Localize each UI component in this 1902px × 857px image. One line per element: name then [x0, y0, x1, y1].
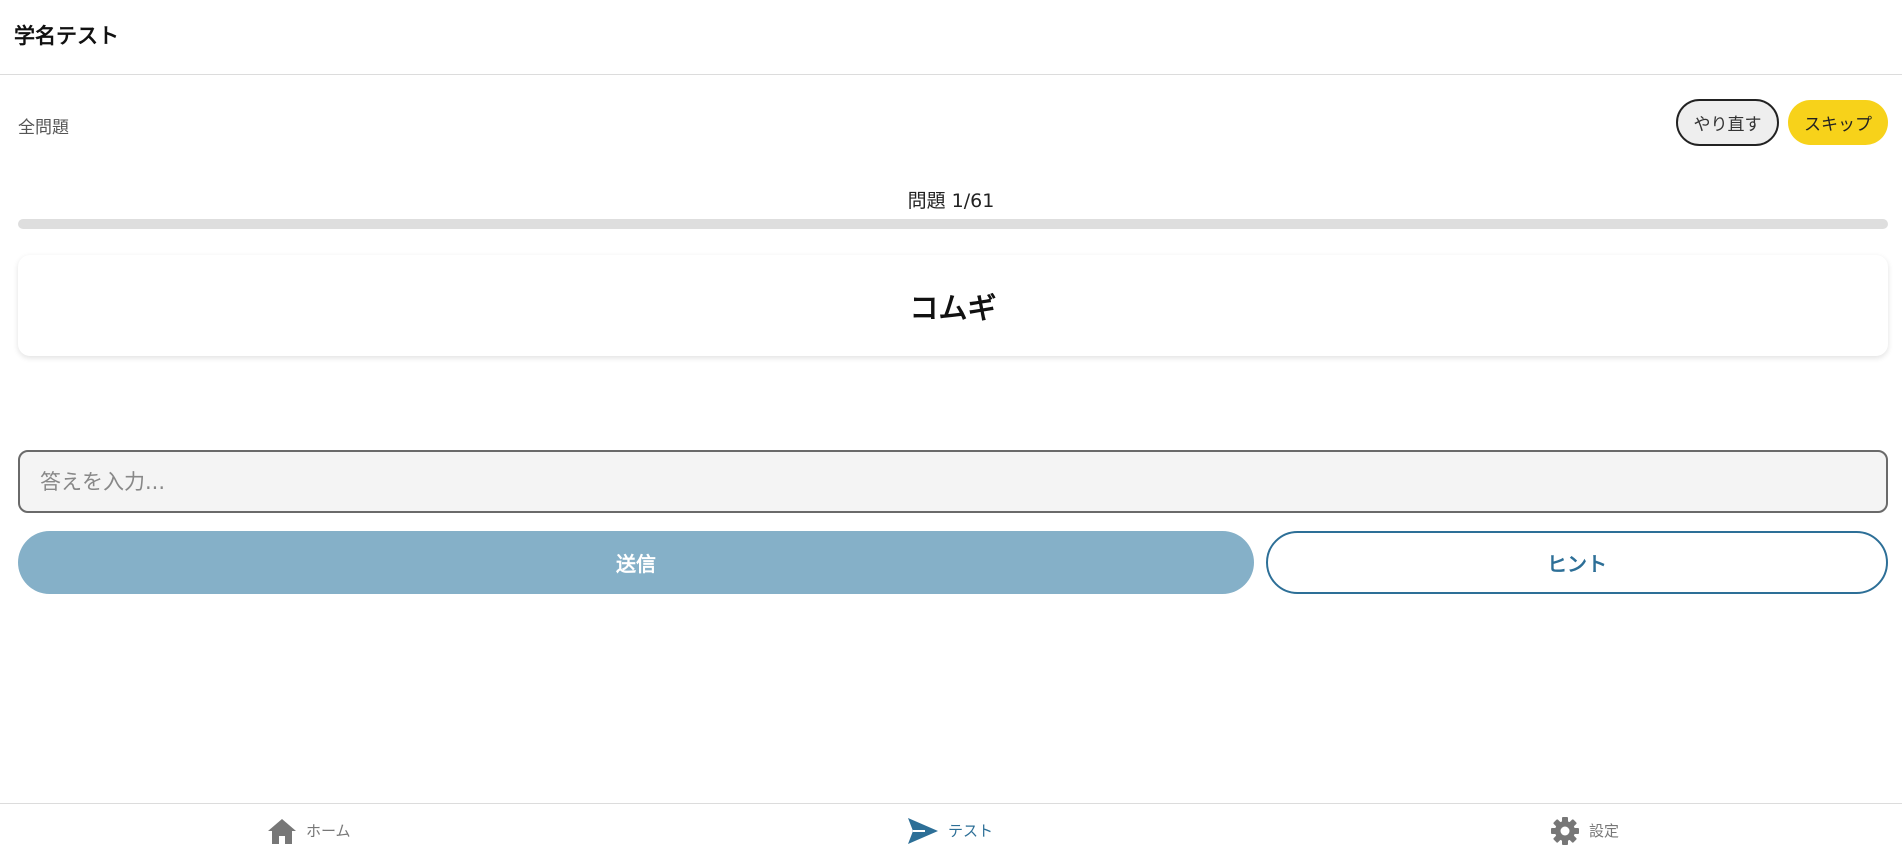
submit-button[interactable]: 送信: [18, 531, 1254, 594]
retry-button[interactable]: やり直す: [1676, 99, 1779, 146]
bottom-navigation: ホーム テスト 設定: [0, 803, 1902, 856]
nav-label-home: ホーム: [306, 822, 351, 840]
nav-item-settings[interactable]: 設定: [1550, 804, 1619, 857]
home-icon: [268, 818, 296, 844]
app-header: 学名テスト: [0, 0, 1902, 75]
answer-input[interactable]: [18, 450, 1888, 513]
progress-bar: [18, 219, 1888, 229]
hint-button[interactable]: ヒント: [1266, 531, 1888, 594]
send-icon: [908, 817, 938, 844]
question-card: コムギ: [18, 255, 1888, 356]
question-text: コムギ: [909, 290, 997, 325]
nav-item-test[interactable]: テスト: [907, 804, 993, 857]
skip-button[interactable]: スキップ: [1788, 100, 1888, 145]
nav-label-settings: 設定: [1589, 822, 1620, 840]
nav-label-test: テスト: [948, 822, 994, 840]
nav-item-home[interactable]: ホーム: [267, 804, 351, 857]
question-set-label: 全問題: [18, 118, 69, 138]
app-title: 学名テスト: [14, 24, 119, 48]
gear-icon: [1551, 816, 1579, 845]
progress-label: 問題 1/61: [907, 190, 995, 212]
